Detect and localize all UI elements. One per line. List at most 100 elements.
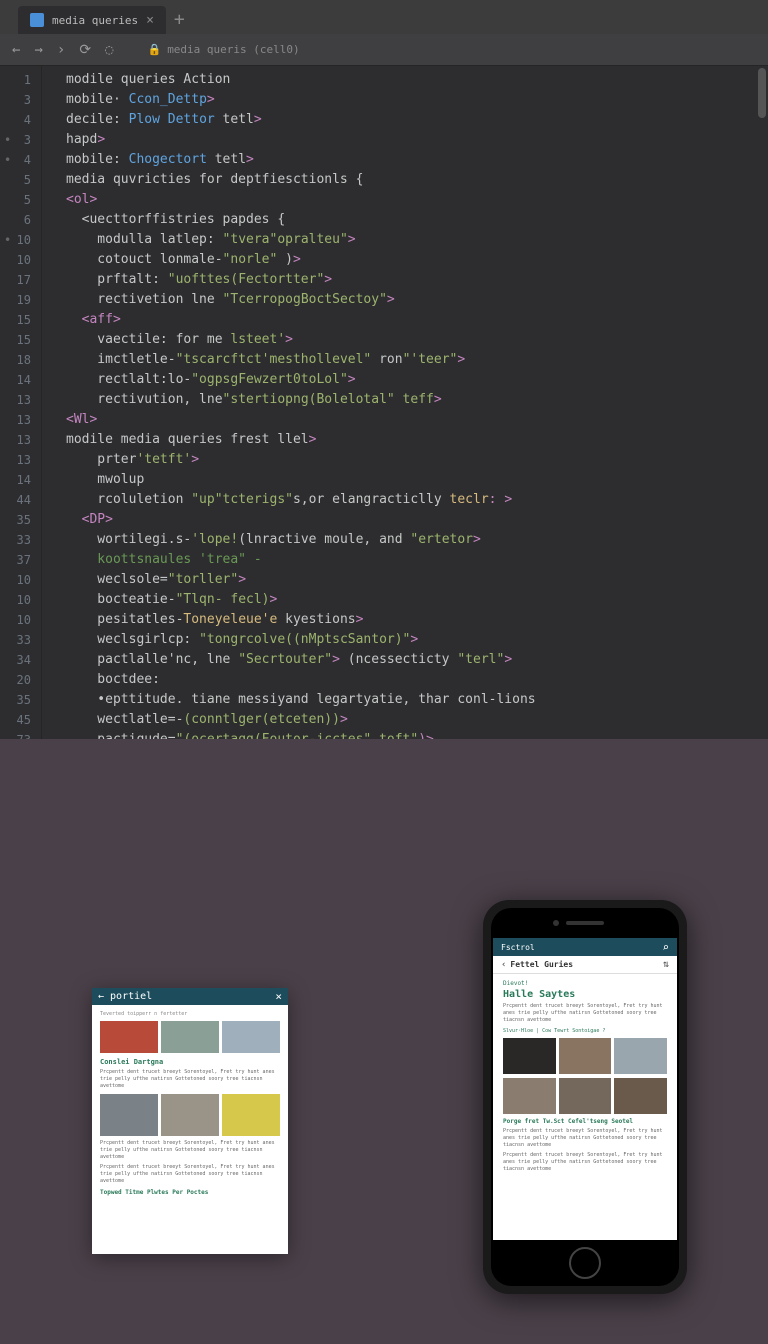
forward-button[interactable]: → <box>34 42 42 58</box>
preview-pane: ← portiel × Teverted toipperr n fertette… <box>0 739 768 1344</box>
phone-paragraph: Prcpentt dent trucet breeyt Sorentoyel, … <box>503 1152 667 1173</box>
code-line[interactable]: rectlalt:lo-"ogpsgFewzert0toLol"> <box>66 370 768 390</box>
back-icon[interactable]: ‹ <box>501 960 506 970</box>
code-line[interactable]: prter'tetft'> <box>66 450 768 470</box>
line-number: 1 <box>0 70 41 90</box>
phone-screen: Fsctrol ⌕ ‹ Fettel Guries ⇅ Dievot! Hall… <box>493 938 677 1240</box>
code-line[interactable]: weclsgirlcp: "tongrcolve((nMptscSantor)"… <box>66 630 768 650</box>
line-number: 15 <box>0 330 41 350</box>
code-line[interactable]: weclsole="torller"> <box>66 570 768 590</box>
back-button[interactable]: ← <box>12 42 20 58</box>
line-number: 13 <box>0 430 41 450</box>
thumbnail[interactable] <box>503 1038 556 1074</box>
tablet-close-button[interactable]: × <box>275 990 282 1003</box>
url-bar[interactable]: 🔒 media queris (cell0) <box>147 43 299 56</box>
code-line[interactable]: <uecttorffistries papdes { <box>66 210 768 230</box>
url-text: media queris (cell0) <box>167 43 299 56</box>
camera-icon <box>553 920 559 926</box>
tablet-text: Prcpentt dent trucet breeyt Sorentoyel, … <box>100 1140 280 1161</box>
phone-breadcrumb[interactable]: Slvur·Hloe | Cow Tewrt Sontoigae ? <box>503 1028 667 1034</box>
code-line[interactable]: modile media queries frest llel> <box>66 430 768 450</box>
phone-mockup: Fsctrol ⌕ ‹ Fettel Guries ⇅ Dievot! Hall… <box>483 900 687 1294</box>
code-line[interactable]: mobile: Chogectort tetl> <box>66 150 768 170</box>
refresh-button[interactable]: ⟳ <box>79 42 91 58</box>
thumbnail[interactable] <box>222 1094 280 1136</box>
line-number: 10 <box>0 590 41 610</box>
home-button[interactable] <box>569 1247 601 1279</box>
tablet-subtitle: Teverted toipperr n fertetter <box>100 1011 280 1017</box>
code-line[interactable]: media quvricties for deptfiesctionls { <box>66 170 768 190</box>
thumbnail[interactable] <box>559 1078 612 1114</box>
tablet-image-grid-2 <box>100 1094 280 1136</box>
code-line[interactable]: <Wl> <box>66 410 768 430</box>
line-number: 4 <box>0 150 41 170</box>
line-number: 33 <box>0 530 41 550</box>
thumbnail[interactable] <box>559 1038 612 1074</box>
line-number: 18 <box>0 350 41 370</box>
code-line[interactable]: rcoluletion "up"tcterigs"s,or elangracti… <box>66 490 768 510</box>
code-line[interactable]: prftalt: "uofttes(Fectortter"> <box>66 270 768 290</box>
line-gutter: 1343455610101719151518141313131314443533… <box>0 66 42 739</box>
phone-link[interactable]: Porge fret Tw.Sct Cefel'tseng Seotel <box>503 1118 667 1125</box>
code-line[interactable]: rectivetion lne "TcerropogBoctSectoy"> <box>66 290 768 310</box>
code-line[interactable]: mobile· Ccon_Dettp> <box>66 90 768 110</box>
line-number: 13 <box>0 410 41 430</box>
loop-button[interactable]: ◌ <box>105 42 113 58</box>
line-number: 6 <box>0 210 41 230</box>
code-line[interactable]: modile queries Action <box>66 70 768 90</box>
line-number: 10 <box>0 570 41 590</box>
code-line[interactable]: wectlatle=-(conntlger(etceten))> <box>66 710 768 730</box>
thumbnail[interactable] <box>100 1021 158 1053</box>
thumbnail[interactable] <box>503 1078 556 1114</box>
code-line[interactable]: imctletle-"tscarcftct'mesthollevel" ron"… <box>66 350 768 370</box>
code-area[interactable]: modile queries Actionmobile· Ccon_Dettp>… <box>42 66 768 739</box>
phone-paragraph: Prcpentt dent trucet breeyt Sorentoyel, … <box>503 1128 667 1149</box>
code-line[interactable]: hapd> <box>66 130 768 150</box>
phone-app-bar: Fsctrol ⌕ <box>493 938 677 956</box>
code-line[interactable]: koottsnaules 'trea" - <box>66 550 768 570</box>
menu-icon[interactable]: ⇅ <box>663 959 669 970</box>
thumbnail[interactable] <box>100 1094 158 1136</box>
phone-category: Dievot! <box>503 980 667 987</box>
phone-inner: Fsctrol ⌕ ‹ Fettel Guries ⇅ Dievot! Hall… <box>491 908 679 1286</box>
tablet-text: Prcpentt dent trucet breeyt Sorentoyel, … <box>100 1164 280 1185</box>
thumbnail[interactable] <box>161 1094 219 1136</box>
code-line[interactable]: pactiqude="(ocertagg(Foutor-icctes" toft… <box>66 730 768 739</box>
next-button[interactable]: › <box>57 42 65 58</box>
thumbnail[interactable] <box>614 1078 667 1114</box>
code-line[interactable]: mwolup <box>66 470 768 490</box>
code-line[interactable]: decile: Plow Dettor tetl> <box>66 110 768 130</box>
scrollbar-vertical[interactable] <box>758 68 766 118</box>
thumbnail[interactable] <box>614 1038 667 1074</box>
tablet-back-button[interactable]: ← portiel <box>98 991 152 1002</box>
line-number: 44 <box>0 490 41 510</box>
tab-active[interactable]: media queries × <box>18 6 166 34</box>
code-line[interactable]: <ol> <box>66 190 768 210</box>
line-number: 35 <box>0 510 41 530</box>
code-line[interactable]: modulla latlep: "tvera"opralteu"> <box>66 230 768 250</box>
code-line[interactable]: bocteatie-"Tlqn- fecl)> <box>66 590 768 610</box>
code-line[interactable]: boctdee: <box>66 670 768 690</box>
code-editor[interactable]: 1343455610101719151518141313131314443533… <box>0 66 768 739</box>
speaker-icon <box>566 921 604 925</box>
line-number: 37 <box>0 550 41 570</box>
close-icon[interactable]: × <box>146 13 154 28</box>
code-line[interactable]: cotouct lonmale-"norle" )> <box>66 250 768 270</box>
line-number: 13 <box>0 390 41 410</box>
phone-content: Dievot! Halle Saytes Prcpentt dent truce… <box>493 974 677 1182</box>
thumbnail[interactable] <box>222 1021 280 1053</box>
line-number: 10 <box>0 610 41 630</box>
line-number: 10 <box>0 230 41 250</box>
thumbnail[interactable] <box>161 1021 219 1053</box>
code-line[interactable]: vaectile: for me lsteet'> <box>66 330 768 350</box>
search-icon[interactable]: ⌕ <box>662 941 669 954</box>
code-line[interactable]: pesitatles-Toneyeleue'e kyestions> <box>66 610 768 630</box>
code-line[interactable]: •epttitude. tiane messiyand legartyatie,… <box>66 690 768 710</box>
code-line[interactable]: rectivution, lne"stertiopng(Bolelotal" t… <box>66 390 768 410</box>
code-line[interactable]: <aff> <box>66 310 768 330</box>
code-line[interactable]: wortilegi.s-'lope!(lnractive moule, and … <box>66 530 768 550</box>
tablet-footer-link[interactable]: Topwed Titme Plwtes Per Poctes <box>100 1189 280 1196</box>
new-tab-button[interactable]: + <box>174 9 185 30</box>
code-line[interactable]: pactlalle'nc, lne "Secrtouter"> (ncessec… <box>66 650 768 670</box>
code-line[interactable]: <DP> <box>66 510 768 530</box>
